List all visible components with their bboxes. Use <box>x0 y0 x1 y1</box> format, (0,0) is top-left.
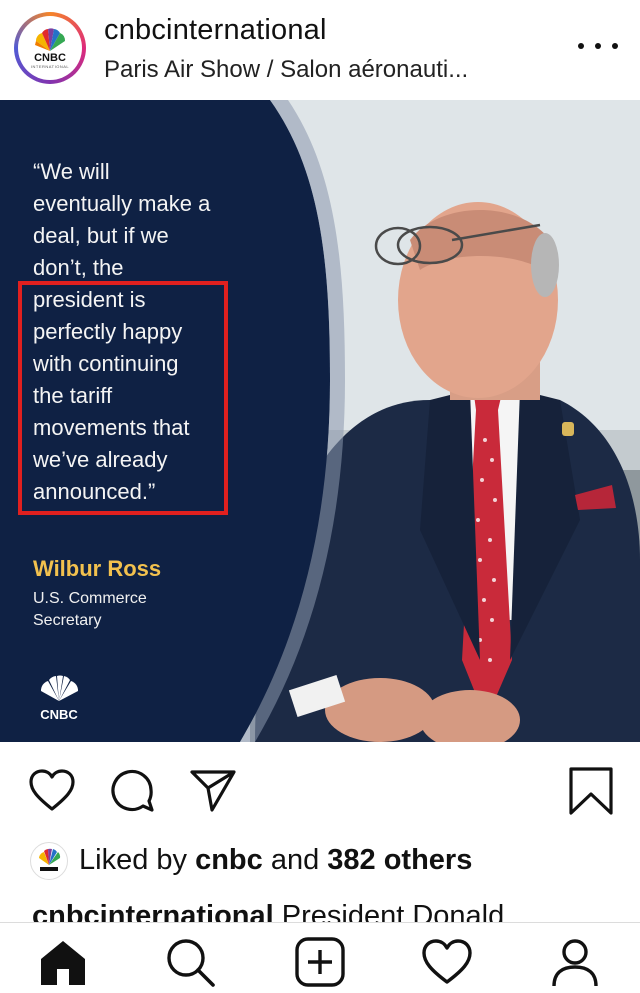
post-actions <box>0 742 640 828</box>
quote-line: deal, but if we <box>33 223 169 248</box>
more-dot-icon <box>612 43 618 49</box>
highlight-box <box>18 281 228 515</box>
liker-avatar[interactable] <box>30 842 68 880</box>
username[interactable]: cnbcinternational <box>104 14 327 47</box>
location-link[interactable]: Paris Air Show / Salon aéronauti... <box>104 56 468 84</box>
quote-line: don’t, the <box>33 255 124 280</box>
cnbc-logo: CNBC <box>33 675 85 722</box>
quote-line: “We will <box>33 159 110 184</box>
speaker-name: Wilbur Ross <box>33 556 162 581</box>
post-header: CNBC INTERNATIONAL cnbcinternational Par… <box>0 0 640 100</box>
avatar-subtext: INTERNATIONAL <box>30 63 70 69</box>
speaker-title-line: U.S. Commerce <box>33 590 147 607</box>
profile-icon[interactable] <box>548 937 602 987</box>
likes-others-link[interactable]: 382 others <box>327 844 472 876</box>
likes-row: Liked by cnbc and 382 others <box>0 838 640 888</box>
speaker-title-line: Secretary <box>33 612 102 629</box>
heart-icon[interactable] <box>27 766 77 816</box>
more-dot-icon <box>595 43 601 49</box>
liker-username[interactable]: cnbc <box>195 844 263 876</box>
activity-heart-icon[interactable] <box>420 937 474 987</box>
likes-middle: and <box>262 844 328 876</box>
more-options-button[interactable] <box>578 28 618 64</box>
send-icon[interactable] <box>188 766 238 816</box>
cnbc-logo-text: CNBC <box>40 707 78 722</box>
caption-username[interactable]: cnbcinternational <box>32 900 274 924</box>
more-dot-icon <box>578 43 584 49</box>
post-caption: cnbcinternational President Donald <box>32 898 632 924</box>
bookmark-icon[interactable] <box>566 766 616 816</box>
likes-summary[interactable]: Liked by cnbc and 382 others <box>79 844 472 877</box>
quote-line: eventually make a <box>33 191 211 216</box>
avatar-logo: CNBC INTERNATIONAL <box>18 16 82 80</box>
comment-icon[interactable] <box>107 766 157 816</box>
add-post-icon[interactable] <box>293 937 347 987</box>
avatar-text: CNBC <box>34 51 66 64</box>
search-icon[interactable] <box>164 937 218 987</box>
account-avatar[interactable]: CNBC INTERNATIONAL <box>14 12 86 84</box>
speaker-title: U.S. Commerce Secretary <box>33 588 147 632</box>
caption-text: President Donald <box>273 900 505 924</box>
home-icon[interactable] <box>36 937 90 987</box>
peacock-icon <box>39 848 61 871</box>
likes-prefix: Liked by <box>79 844 196 876</box>
post-image[interactable]: “We will eventually make a deal, but if … <box>0 100 640 742</box>
bottom-tab-bar <box>0 922 640 993</box>
peacock-icon <box>35 27 66 51</box>
peacock-icon <box>40 675 79 701</box>
